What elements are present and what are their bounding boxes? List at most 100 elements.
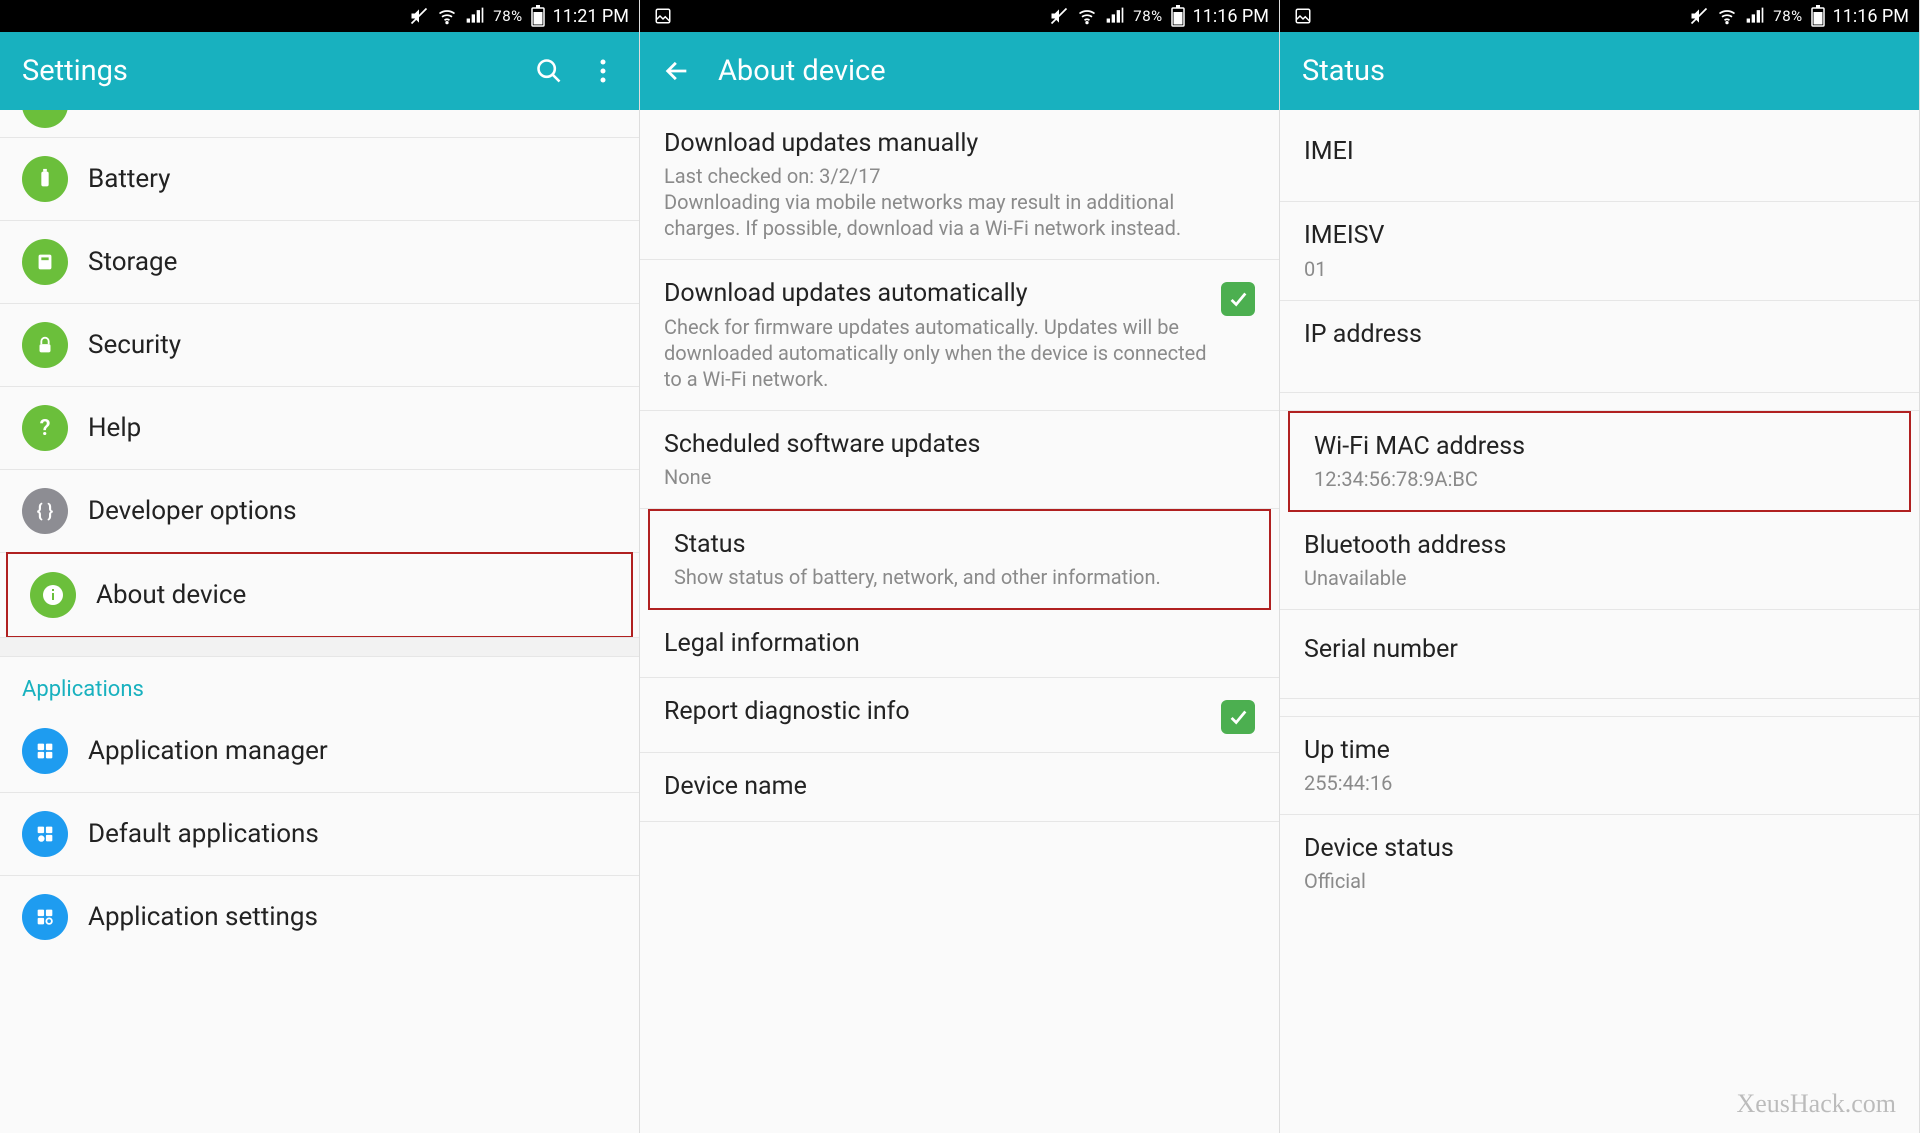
about-row-status[interactable]: Status Show status of battery, network, … <box>650 511 1269 608</box>
overflow-icon[interactable] <box>589 57 617 85</box>
item-subtitle: 255:44:16 <box>1304 770 1895 796</box>
app-bar: About device <box>640 32 1279 110</box>
status-row-wifi-mac[interactable]: Wi-Fi MAC address 12:34:56:78:9A:BC <box>1290 413 1909 510</box>
dev-icon: { } <box>22 488 68 534</box>
settings-row-about-device[interactable]: About device <box>8 554 631 636</box>
search-icon[interactable] <box>535 57 563 85</box>
row-label: Developer options <box>88 496 297 526</box>
phone-status: 78% 11:16 PM Status IMEI IMEISV 01 IP ad… <box>1280 0 1920 1133</box>
signal-icon <box>1745 6 1765 26</box>
status-row-bluetooth[interactable]: Bluetooth address Unavailable <box>1280 512 1919 610</box>
screenshot-icon <box>654 7 672 25</box>
divider <box>1280 393 1919 411</box>
checkbox-checked-icon[interactable] <box>1221 700 1255 734</box>
app-bar: Status <box>1280 32 1919 110</box>
battery-icon <box>22 156 68 202</box>
phone-settings: 78% 11:21 PM Settings Battery <box>0 0 640 1133</box>
status-bar: 78% 11:16 PM <box>640 0 1279 32</box>
status-row-imei[interactable]: IMEI <box>1280 110 1919 202</box>
battery-icon <box>531 5 545 27</box>
clock: 11:16 PM <box>1193 6 1269 27</box>
row-label: Application settings <box>88 902 318 932</box>
checkbox-checked-icon[interactable] <box>1221 282 1255 316</box>
settings-row-app-manager[interactable]: Application manager <box>0 710 639 793</box>
battery-pct: 78% <box>1133 7 1162 25</box>
item-subtitle: Check for firmware updates automatically… <box>664 314 1207 392</box>
app-bar: Settings <box>0 32 639 110</box>
settings-row-battery[interactable]: Battery <box>0 138 639 221</box>
settings-row-storage[interactable]: Storage <box>0 221 639 304</box>
wifi-icon <box>1717 6 1737 26</box>
row-label: Application manager <box>88 736 328 766</box>
row-label: About device <box>96 580 246 610</box>
status-row-serial[interactable]: Serial number <box>1280 610 1919 698</box>
content: Battery Storage Security ? Help { } De <box>0 110 639 1133</box>
settings-row-developer[interactable]: { } Developer options <box>0 470 639 553</box>
about-row-scheduled[interactable]: Scheduled software updates None <box>640 411 1279 509</box>
item-title: IMEI <box>1304 136 1895 167</box>
phone-about-device: 78% 11:16 PM About device Download updat… <box>640 0 1280 1133</box>
item-subtitle: 01 <box>1304 256 1895 282</box>
item-subtitle: Show status of battery, network, and oth… <box>674 564 1245 590</box>
status-bar: 78% 11:21 PM <box>0 0 639 32</box>
item-subtitle: 12:34:56:78:9A:BC <box>1314 466 1885 492</box>
page-title: Settings <box>22 54 509 88</box>
item-title: Download updates automatically <box>664 278 1207 309</box>
item-title: Bluetooth address <box>1304 530 1895 561</box>
row-label: Help <box>88 413 141 443</box>
row-label: Security <box>88 330 181 360</box>
item-title: Download updates manually <box>664 128 1255 159</box>
about-row-download-manual[interactable]: Download updates manually Last checked o… <box>640 110 1279 260</box>
wifi-icon <box>1077 6 1097 26</box>
status-row-uptime[interactable]: Up time 255:44:16 <box>1280 717 1919 815</box>
app-settings-icon <box>22 894 68 940</box>
item-title: Device name <box>664 771 1255 802</box>
settings-row-app-settings[interactable]: Application settings <box>0 876 639 958</box>
about-row-device-name[interactable]: Device name <box>640 753 1279 821</box>
item-title: Device status <box>1304 833 1895 864</box>
item-subtitle: None <box>664 464 1255 490</box>
settings-row-security[interactable]: Security <box>0 304 639 387</box>
divider <box>1280 699 1919 717</box>
signal-icon <box>465 6 485 26</box>
item-title: Scheduled software updates <box>664 429 1255 460</box>
section-applications: Applications <box>0 657 639 710</box>
battery-icon <box>1811 5 1825 27</box>
wifi-icon <box>437 6 457 26</box>
item-title: Wi-Fi MAC address <box>1314 431 1885 462</box>
status-row-device-status[interactable]: Device status Official <box>1280 815 1919 912</box>
screenshot-icon <box>1294 7 1312 25</box>
mute-icon <box>409 6 429 26</box>
item-subtitle: Last checked on: 3/2/17 Downloading via … <box>664 163 1255 241</box>
item-title: IMEISV <box>1304 220 1895 251</box>
storage-icon <box>22 239 68 285</box>
about-row-legal[interactable]: Legal information <box>640 610 1279 678</box>
clock: 11:21 PM <box>553 6 629 27</box>
page-title: About device <box>718 54 1257 88</box>
status-row-ip[interactable]: IP address <box>1280 301 1919 393</box>
content: Download updates manually Last checked o… <box>640 110 1279 1133</box>
lock-icon <box>22 322 68 368</box>
mute-icon <box>1689 6 1709 26</box>
about-row-diagnostic[interactable]: Report diagnostic info <box>640 678 1279 753</box>
app-manager-icon <box>22 728 68 774</box>
row-label: Battery <box>88 164 170 194</box>
page-title: Status <box>1302 54 1897 88</box>
item-title: Up time <box>1304 735 1895 766</box>
signal-icon <box>1105 6 1125 26</box>
settings-row-default-apps[interactable]: Default applications <box>0 793 639 876</box>
settings-row-help[interactable]: ? Help <box>0 387 639 470</box>
item-title: Report diagnostic info <box>664 696 1207 727</box>
watermark: XeusHack.com <box>1736 1089 1896 1119</box>
partial-row-circle <box>22 110 68 128</box>
default-apps-icon <box>22 811 68 857</box>
battery-pct: 78% <box>493 7 522 25</box>
status-row-imeisv[interactable]: IMEISV 01 <box>1280 202 1919 300</box>
back-icon[interactable] <box>662 57 692 85</box>
mute-icon <box>1049 6 1069 26</box>
help-icon: ? <box>22 405 68 451</box>
about-row-download-auto[interactable]: Download updates automatically Check for… <box>640 260 1279 410</box>
row-label: Default applications <box>88 819 319 849</box>
status-bar: 78% 11:16 PM <box>1280 0 1919 32</box>
item-subtitle: Official <box>1304 868 1895 894</box>
